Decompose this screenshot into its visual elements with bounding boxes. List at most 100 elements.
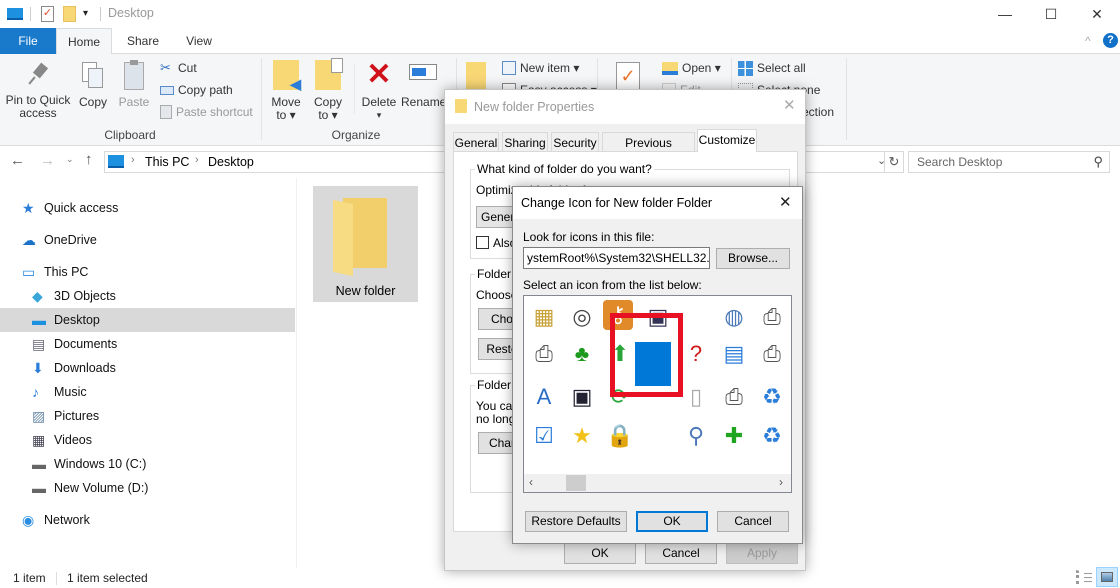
- back-button[interactable]: ←: [10, 152, 25, 169]
- refresh-button[interactable]: ↻: [884, 152, 903, 172]
- sidebar-item-music[interactable]: ♪ Music: [0, 380, 295, 404]
- copy-to-button[interactable]: Copy to ▾: [310, 58, 346, 122]
- minimize-button[interactable]: —: [982, 0, 1028, 28]
- paste-shortcut-button[interactable]: Paste shortcut: [160, 102, 253, 122]
- music-icon: ♪: [32, 384, 39, 400]
- close-button[interactable]: ✕: [1074, 0, 1120, 28]
- partial-icon[interactable]: ▯: [789, 380, 791, 414]
- folder-item-new-folder[interactable]: New folder: [313, 186, 418, 302]
- sidebar-item-pictures[interactable]: ▨ Pictures: [0, 404, 295, 428]
- copy-button[interactable]: Copy: [76, 62, 110, 122]
- printer-folder-icon[interactable]: ⎙: [527, 337, 561, 371]
- change-icon-close-button[interactable]: ✕: [779, 193, 792, 211]
- search-icon[interactable]: ⚲: [1093, 152, 1103, 172]
- new-folder-qa-icon[interactable]: [63, 6, 76, 22]
- tab-customize[interactable]: Customize: [697, 129, 757, 152]
- printer-folder-icon[interactable]: ⎙: [717, 380, 751, 414]
- pane-divider[interactable]: [296, 178, 297, 568]
- sidebar-item-desktop[interactable]: ▬ Desktop: [0, 308, 295, 332]
- partial-icon[interactable]: ▯: [789, 419, 791, 453]
- sidebar-item-quick-access[interactable]: ★ Quick access: [0, 196, 295, 220]
- font-folder-icon[interactable]: A: [527, 380, 561, 414]
- paste-button[interactable]: Paste: [116, 60, 152, 122]
- properties-qa-icon[interactable]: ✓: [41, 6, 54, 22]
- scroll-left-button[interactable]: ‹: [529, 475, 533, 489]
- sidebar-item-downloads[interactable]: ⬇ Downloads: [0, 356, 295, 380]
- properties-apply-button[interactable]: Apply: [726, 543, 798, 564]
- pin-to-quick-access-button[interactable]: Pin to Quick access: [4, 62, 72, 122]
- sidebar-item-new-volume-d[interactable]: ▬ New Volume (D:): [0, 476, 295, 500]
- breadcrumb-this-pc[interactable]: This PC: [145, 155, 189, 169]
- up-button[interactable]: ↑: [85, 151, 93, 168]
- tree-icon[interactable]: ♣: [565, 337, 599, 371]
- properties-button[interactable]: ✓: [616, 62, 640, 90]
- details-view-button[interactable]: [1076, 570, 1092, 584]
- copy-path-button[interactable]: Copy path: [160, 80, 233, 100]
- tab-view[interactable]: View: [174, 28, 224, 54]
- browse-button[interactable]: Browse...: [716, 248, 790, 269]
- move-to-button[interactable]: ◀ Move to ▾: [268, 60, 304, 122]
- forward-button[interactable]: →: [40, 152, 55, 169]
- folder-grid-icon[interactable]: ▦: [527, 300, 561, 334]
- help-drive-icon[interactable]: ?: [679, 337, 713, 371]
- sidebar-item-documents[interactable]: ▤ Documents: [0, 332, 295, 356]
- lock-icon[interactable]: 🔒: [603, 419, 637, 453]
- new-item-button[interactable]: New item ▾: [502, 58, 579, 78]
- sidebar-item-videos[interactable]: ▦ Videos: [0, 428, 295, 452]
- large-icons-view-button[interactable]: [1096, 567, 1118, 587]
- open-button[interactable]: Open ▾: [662, 58, 721, 78]
- help-icon[interactable]: ?: [1103, 33, 1118, 48]
- tab-file[interactable]: File: [0, 28, 56, 54]
- new-folder-ribbon-icon[interactable]: [466, 62, 486, 90]
- file-stack-icon[interactable]: ▯: [679, 380, 713, 414]
- scroll-thumb[interactable]: [566, 475, 586, 491]
- sidebar-item-this-pc[interactable]: ▭ This PC: [0, 260, 295, 284]
- printer-disk-icon[interactable]: ⎙: [755, 337, 789, 371]
- file-search-icon[interactable]: ⚲: [679, 419, 713, 453]
- sidebar-item-3d-objects[interactable]: ◆ 3D Objects: [0, 284, 295, 308]
- search-globe-icon[interactable]: ◍: [717, 300, 751, 334]
- maximize-button[interactable]: ☐: [1028, 0, 1074, 28]
- icon-list[interactable]: ▦◎⚷▣◍⎙▯⎙♣⬆?▤⎙▯A▣⟳▯⎙♻▯☑★🔒⚲✚♻▯ ‹ ›: [523, 295, 792, 493]
- select-all-button[interactable]: Select all: [738, 58, 806, 78]
- computer-folder-icon[interactable]: ▣: [565, 380, 599, 414]
- change-icon-cancel-button[interactable]: Cancel: [717, 511, 789, 532]
- icon-file-input[interactable]: ystemRoot%\System32\SHELL32.dll: [523, 247, 710, 269]
- horizontal-scrollbar[interactable]: ‹ ›: [524, 474, 791, 492]
- tab-previous-versions[interactable]: Previous Versions: [602, 132, 695, 170]
- properties-cancel-button[interactable]: Cancel: [645, 543, 717, 564]
- restore-defaults-button[interactable]: Restore Defaults: [525, 511, 627, 532]
- breadcrumb-desktop[interactable]: Desktop: [208, 155, 254, 169]
- collapse-ribbon-icon[interactable]: ^: [1085, 34, 1091, 48]
- properties-ok-button[interactable]: OK: [564, 543, 636, 564]
- sidebar-item-onedrive[interactable]: ☁ OneDrive: [0, 228, 295, 252]
- tab-sharing[interactable]: Sharing: [502, 132, 548, 152]
- tab-security[interactable]: Security: [551, 132, 599, 152]
- tab-general[interactable]: General: [453, 132, 499, 152]
- tab-share[interactable]: Share: [118, 28, 168, 54]
- network-printer-icon[interactable]: ⎙: [755, 300, 789, 334]
- video-icon: ▦: [32, 432, 46, 448]
- delete-button[interactable]: ✕ Delete ▾: [360, 60, 398, 122]
- scroll-right-button[interactable]: ›: [779, 475, 783, 489]
- sidebar-item-windows-10-c[interactable]: ▬ Windows 10 (C:): [0, 452, 295, 476]
- recycle-bin-empty-icon[interactable]: ♻: [755, 380, 789, 414]
- cd-drive-icon[interactable]: ◎: [565, 300, 599, 334]
- star-icon[interactable]: ★: [565, 419, 599, 453]
- change-icon-ok-button[interactable]: OK: [636, 511, 708, 532]
- checklist-icon[interactable]: ☑: [527, 419, 561, 453]
- partial-icon[interactable]: ▯: [789, 300, 791, 334]
- rename-button[interactable]: Rename: [401, 60, 446, 122]
- properties-close-button[interactable]: ✕: [783, 96, 796, 114]
- recycle-bin-full-icon[interactable]: ♻: [755, 419, 789, 453]
- partial-icon[interactable]: ▯: [789, 337, 791, 371]
- also-apply-checkbox[interactable]: [476, 236, 489, 249]
- tab-home[interactable]: Home: [56, 28, 112, 55]
- cut-button[interactable]: ✂ Cut: [160, 58, 197, 78]
- search-input[interactable]: Search Desktop ⚲: [908, 151, 1110, 173]
- control-panel-icon[interactable]: ▤: [717, 337, 751, 371]
- recent-locations-button[interactable]: ⌄: [66, 154, 74, 165]
- sidebar-item-network[interactable]: ◉ Network: [0, 508, 295, 532]
- customize-qa-dropdown-icon[interactable]: ▾: [83, 8, 88, 19]
- add-printer-icon[interactable]: ✚: [717, 419, 751, 453]
